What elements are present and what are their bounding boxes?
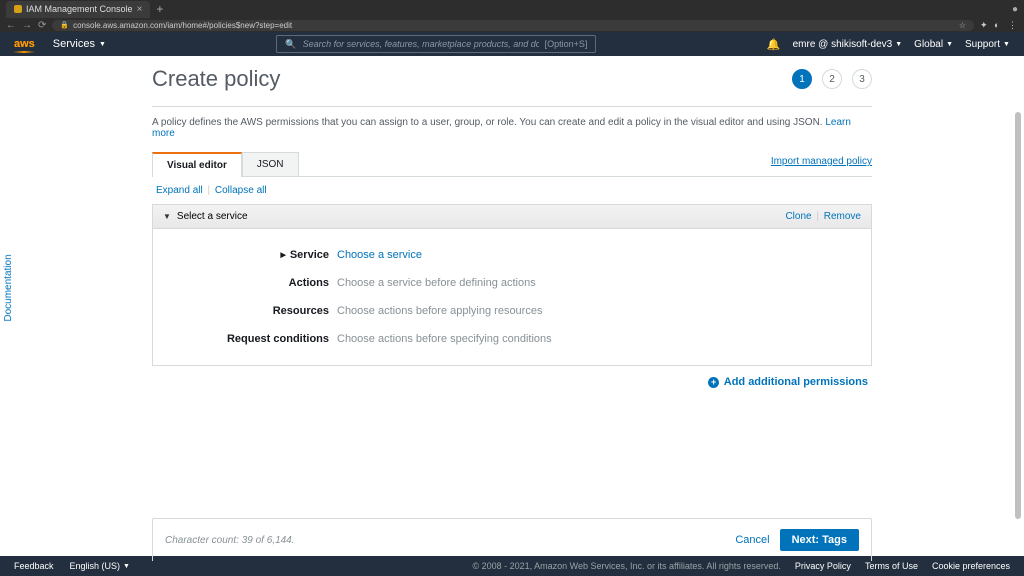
search-shortcut: [Option+S] — [545, 39, 588, 49]
collapse-all-link[interactable]: Collapse all — [215, 185, 267, 196]
plus-icon: + — [708, 377, 719, 388]
cookie-link[interactable]: Cookie preferences — [932, 561, 1010, 571]
services-menu[interactable]: Services ▼ — [53, 38, 106, 50]
feedback-link[interactable]: Feedback — [14, 561, 54, 571]
terms-link[interactable]: Terms of Use — [865, 561, 918, 571]
scrollbar[interactable] — [1015, 112, 1021, 532]
bookmark-icon[interactable]: ☆ — [959, 21, 966, 30]
field-label: Request conditions — [173, 333, 337, 345]
caret-down-icon: ▼ — [946, 41, 953, 48]
scrollbar-thumb[interactable] — [1015, 112, 1021, 519]
browser-toolbar: ← → ⟳ 🔒 console.aws.amazon.com/iam/home#… — [0, 18, 1024, 32]
field-service: ▶ Service Choose a service — [173, 241, 851, 269]
extensions-icon[interactable]: ✦ — [980, 20, 990, 30]
menu-icon[interactable]: ⋮ — [1008, 20, 1018, 30]
tab-title: IAM Management Console — [26, 4, 133, 14]
reload-button[interactable]: ⟳ — [38, 20, 46, 31]
back-button[interactable]: ← — [6, 20, 16, 31]
tab-json[interactable]: JSON — [242, 152, 299, 176]
url-text: console.aws.amazon.com/iam/home#/policie… — [73, 21, 292, 30]
field-value: Choose a service before defining actions — [337, 277, 536, 289]
field-label: Actions — [173, 277, 337, 289]
region-label: Global — [914, 39, 943, 50]
close-tab-icon[interactable]: × — [137, 4, 143, 15]
language-label: English (US) — [70, 561, 121, 571]
browser-tab[interactable]: IAM Management Console × — [6, 1, 150, 18]
field-actions: Actions Choose a service before defining… — [173, 269, 851, 297]
documentation-tab[interactable]: Documentation — [0, 246, 17, 329]
new-tab-button[interactable]: + — [156, 2, 163, 16]
aws-logo[interactable]: aws — [14, 38, 35, 50]
page-description: A policy defines the AWS permissions tha… — [152, 117, 872, 139]
service-section-header[interactable]: ▼ Select a service Clone | Remove — [152, 204, 872, 229]
support-menu[interactable]: Support ▼ — [965, 39, 1010, 50]
field-value: Choose actions before applying resources — [337, 305, 542, 317]
search-box[interactable]: 🔍 [Option+S] — [276, 35, 596, 53]
forward-button[interactable]: → — [22, 20, 32, 31]
choose-service-link[interactable]: Choose a service — [337, 249, 422, 261]
section-title: Select a service — [177, 211, 248, 222]
separator: | — [207, 185, 210, 196]
clone-link[interactable]: Clone — [785, 211, 811, 222]
caret-down-icon: ▼ — [895, 41, 902, 48]
caret-down-icon: ▼ — [163, 212, 171, 221]
window-minimize-icon[interactable]: ● — [1012, 4, 1018, 15]
caret-right-icon: ▶ — [280, 251, 285, 259]
aws-header: aws Services ▼ 🔍 [Option+S] 🔔 emre @ shi… — [0, 32, 1024, 56]
divider — [152, 106, 872, 107]
add-permissions-link[interactable]: + Add additional permissions — [152, 366, 872, 388]
privacy-link[interactable]: Privacy Policy — [795, 561, 851, 571]
add-permissions-label: Add additional permissions — [724, 376, 868, 388]
account-menu[interactable]: emre @ shikisoft-dev3 ▼ — [793, 39, 903, 50]
lock-icon: 🔒 — [60, 21, 69, 29]
extension-icons: ✦ ◐ ⋮ — [980, 20, 1018, 30]
profile-icon[interactable]: ◐ — [994, 20, 1004, 30]
next-button[interactable]: Next: Tags — [780, 529, 859, 551]
field-label: Service — [290, 249, 329, 261]
description-text: A policy defines the AWS permissions tha… — [152, 117, 823, 128]
notifications-icon[interactable]: 🔔 — [767, 38, 781, 51]
copyright-text: © 2008 - 2021, Amazon Web Services, Inc.… — [472, 561, 780, 571]
caret-down-icon: ▼ — [99, 41, 106, 48]
bottom-action-bar: Character count: 39 of 6,144. Cancel Nex… — [152, 518, 872, 561]
field-label: Resources — [173, 305, 337, 317]
favicon — [14, 5, 22, 13]
cancel-button[interactable]: Cancel — [735, 534, 769, 546]
account-label: emre @ shikisoft-dev3 — [793, 39, 893, 50]
separator: | — [816, 211, 819, 222]
tab-visual-editor[interactable]: Visual editor — [152, 152, 242, 177]
field-value: Choose actions before specifying conditi… — [337, 333, 552, 345]
search-input[interactable] — [303, 39, 539, 49]
region-menu[interactable]: Global ▼ — [914, 39, 953, 50]
character-count: Character count: 39 of 6,144. — [165, 535, 295, 546]
editor-tabs: Visual editor JSON Import managed policy — [152, 151, 872, 177]
expand-all-link[interactable]: Expand all — [156, 185, 203, 196]
page-title: Create policy — [152, 66, 280, 92]
step-2[interactable]: 2 — [822, 69, 842, 89]
step-1[interactable]: 1 — [792, 69, 812, 89]
language-selector[interactable]: English (US) ▼ — [70, 561, 130, 571]
caret-down-icon: ▼ — [123, 563, 130, 570]
search-icon: 🔍 — [285, 39, 296, 50]
support-label: Support — [965, 39, 1000, 50]
import-managed-policy-link[interactable]: Import managed policy — [771, 156, 872, 171]
url-bar[interactable]: 🔒 console.aws.amazon.com/iam/home#/polic… — [52, 20, 974, 31]
expand-collapse-row: Expand all | Collapse all — [152, 177, 872, 204]
services-label: Services — [53, 38, 95, 50]
caret-down-icon: ▼ — [1003, 41, 1010, 48]
remove-link[interactable]: Remove — [824, 211, 861, 222]
step-3[interactable]: 3 — [852, 69, 872, 89]
wizard-steps: 1 2 3 — [792, 69, 872, 89]
field-resources: Resources Choose actions before applying… — [173, 297, 851, 325]
field-conditions: Request conditions Choose actions before… — [173, 325, 851, 353]
browser-tab-bar: IAM Management Console × + ● — [0, 0, 1024, 18]
service-section-body: ▶ Service Choose a service Actions Choose… — [152, 229, 872, 366]
